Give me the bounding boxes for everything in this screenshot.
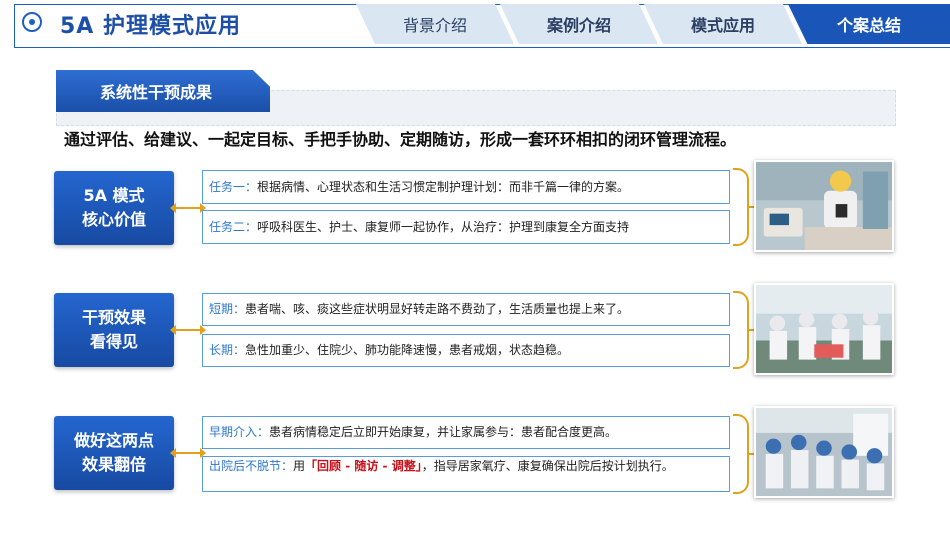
item-key: 长期： <box>209 343 246 357</box>
brace-connector <box>733 291 754 369</box>
double-arrow-icon <box>170 203 206 213</box>
page-title: 5A 护理模式应用 <box>60 14 241 39</box>
item-key: 任务二： <box>209 219 258 234</box>
list-item: 短期： 患者喘、咳、痰这些症状明显好转走路不费劲了，生活质量也提上来了。 <box>202 293 730 326</box>
brace-connector <box>733 168 754 246</box>
item-content: 出院后不脱节：用「回顾 - 随访 - 调整」，指导居家氧疗、康复确保出院后按计划… <box>209 459 674 474</box>
row-label-effect: 干预效果 看得见 <box>54 293 174 367</box>
double-arrow-icon <box>170 325 206 335</box>
tab-mode-application[interactable]: 模式应用 <box>644 4 802 44</box>
item-text: ，指导居家氧疗、康复确保出院后按计划执行。 <box>421 459 674 473</box>
item-text: 患者喘、咳、痰这些症状明显好转走路不费劲了，生活质量也提上来了。 <box>245 302 630 316</box>
row-label-double-effect: 做好这两点 效果翻倍 <box>54 416 174 490</box>
highlight-text: 「回顾 - 随访 - 调整」 <box>305 459 422 473</box>
row-label-core-value: 5A 模式 核心价值 <box>54 171 174 245</box>
item-text: 用 <box>293 459 306 473</box>
list-item: 任务二： 呼吸科医生、护士、康复师一起协作，从治疗：护理到康复全方面支持 <box>202 210 730 244</box>
list-item: 出院后不脱节：用「回顾 - 随访 - 调整」，指导居家氧疗、康复确保出院后按计划… <box>202 456 730 492</box>
brace-connector <box>733 414 754 494</box>
list-item: 早期介入： 患者病情稳定后立即开始康复，并让家属参与：患者配合度更高。 <box>202 416 730 449</box>
tab-background[interactable]: 背景介绍 <box>356 4 514 44</box>
item-text: 患者病情稳定后立即开始康复，并让家属参与：患者配合度更高。 <box>269 425 618 439</box>
row-label-line: 效果翻倍 <box>81 455 146 474</box>
item-text: 呼吸科医生、护士、康复师一起协作，从治疗：护理到康复全方面支持 <box>257 219 630 234</box>
double-arrow-icon <box>170 448 206 458</box>
row-label-line: 核心价值 <box>81 210 146 229</box>
row-label-line: 看得见 <box>89 332 138 351</box>
item-key: 短期： <box>209 302 246 316</box>
tab-case[interactable]: 案例介绍 <box>500 4 658 44</box>
item-text: 急性加重少、住院少、肺功能降速慢，患者戒烟，状态趋稳。 <box>245 343 570 357</box>
list-item: 任务一： 根据病情、心理状态和生活习惯定制护理计划：而非千篇一律的方案。 <box>202 170 730 204</box>
item-key: 任务一： <box>209 179 258 194</box>
target-icon <box>22 12 42 32</box>
item-key: 出院后不脱节： <box>209 459 294 473</box>
section-title: 系统性干预成果 <box>56 70 270 112</box>
patient-rehab-photo <box>754 160 894 252</box>
list-item: 长期： 急性加重少、住院少、肺功能降速慢，患者戒烟，状态趋稳。 <box>202 334 730 367</box>
row-label-line: 做好这两点 <box>73 431 154 450</box>
item-text: 根据病情、心理状态和生活习惯定制护理计划：而非千篇一律的方案。 <box>257 179 630 194</box>
ward-nursing-photo <box>754 283 894 375</box>
team-training-photo <box>754 406 894 498</box>
intro-text: 通过评估、给建议、一起定目标、手把手协助、定期随访，形成一套环环相扣的闭环管理流… <box>64 130 737 149</box>
item-key: 早期介入： <box>209 425 270 439</box>
row-label-line: 5A 模式 <box>83 186 145 205</box>
tab-case-summary[interactable]: 个案总结 <box>788 4 950 44</box>
row-label-line: 干预效果 <box>81 308 146 327</box>
